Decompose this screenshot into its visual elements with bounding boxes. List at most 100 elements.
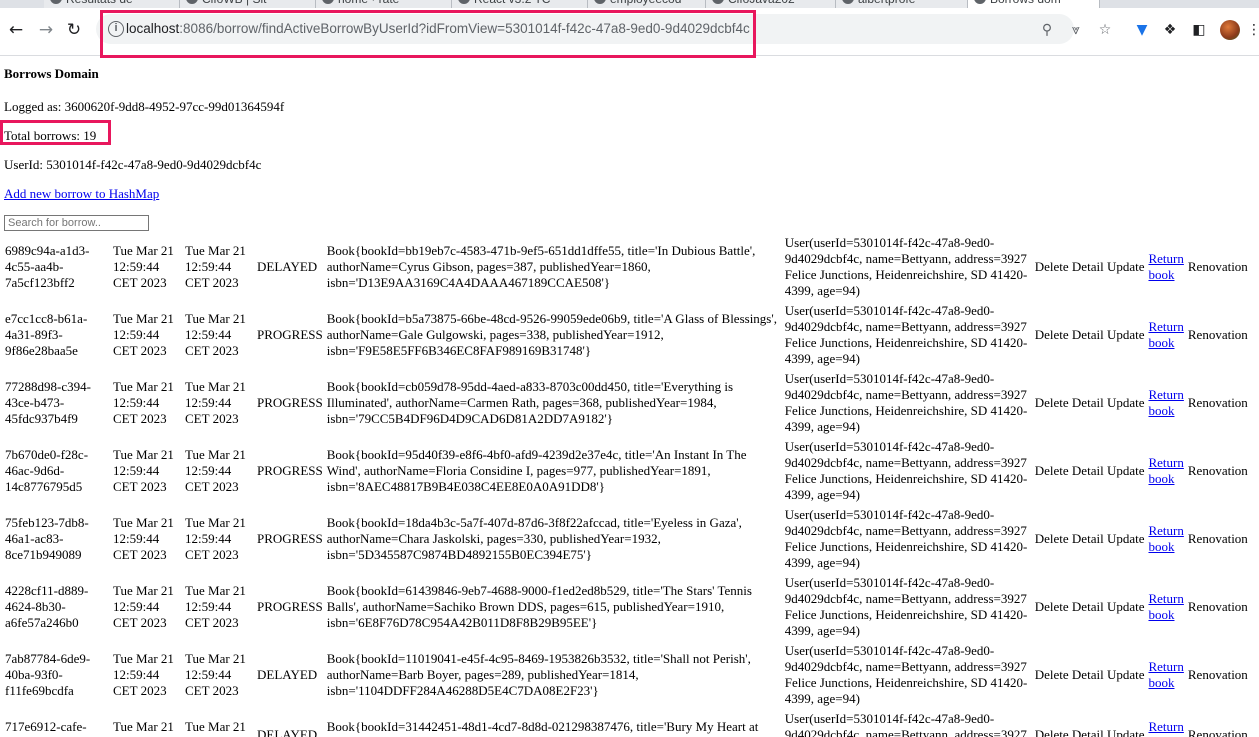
return-cell: Return book bbox=[1147, 574, 1184, 640]
update-button[interactable]: Update bbox=[1107, 599, 1145, 614]
tab-close-icon[interactable]: × bbox=[575, 0, 581, 4]
update-button[interactable]: Update bbox=[1107, 327, 1145, 342]
renovation-button[interactable]: Renovation bbox=[1187, 506, 1249, 572]
renovation-button[interactable]: Renovation bbox=[1187, 234, 1249, 300]
update-button[interactable]: Update bbox=[1107, 259, 1145, 274]
return-cell: Return book bbox=[1147, 234, 1184, 300]
detail-button[interactable]: Detail bbox=[1072, 259, 1104, 274]
detail-button[interactable]: Detail bbox=[1072, 395, 1104, 410]
tab-favicon-icon bbox=[322, 0, 334, 4]
tab-favicon-icon bbox=[458, 0, 470, 4]
user-cell: User(userId=5301014f-f42c-47a8-9ed0-9d40… bbox=[784, 711, 1027, 737]
bookmark-star-icon[interactable]: ☆ bbox=[1096, 21, 1114, 39]
tab-close-icon[interactable]: × bbox=[955, 0, 961, 4]
tab-close-icon[interactable]: × bbox=[1087, 0, 1093, 4]
extensions-puzzle-icon[interactable]: ❖ bbox=[1161, 21, 1179, 39]
browser-tab[interactable]: employeecod × bbox=[588, 0, 706, 8]
update-button[interactable]: Update bbox=[1107, 727, 1145, 737]
browser-tab[interactable]: Borrows dom × bbox=[968, 0, 1100, 8]
borrow-date-cell: Tue Mar 21 12:59:44 CET 2023 bbox=[113, 447, 174, 494]
delete-button[interactable]: Delete bbox=[1035, 531, 1069, 546]
actions-cell: Delete Detail Update bbox=[1034, 438, 1146, 504]
return-book-link[interactable]: Return book bbox=[1148, 387, 1183, 418]
status-cell: DELAYED bbox=[257, 727, 318, 737]
delete-button[interactable]: Delete bbox=[1035, 463, 1069, 478]
status-cell: DELAYED bbox=[257, 667, 318, 682]
detail-button[interactable]: Detail bbox=[1072, 599, 1104, 614]
tab-favicon-icon bbox=[712, 0, 724, 4]
extension-v-icon[interactable]: ▼ bbox=[1133, 21, 1151, 39]
user-cell: User(userId=5301014f-f42c-47a8-9ed0-9d40… bbox=[784, 439, 1028, 502]
borrow-id-cell: 4228cf11-d889-4624-8b30-a6fe57a246b0 bbox=[5, 583, 89, 630]
renovation-button[interactable]: Renovation bbox=[1187, 710, 1249, 737]
renovation-button[interactable]: Renovation bbox=[1187, 642, 1249, 708]
user-id-text: UserId: 5301014f-f42c-47a8-9ed0-9d4029dc… bbox=[4, 157, 262, 172]
return-book-link[interactable]: Return book bbox=[1148, 319, 1183, 350]
delete-button[interactable]: Delete bbox=[1035, 667, 1069, 682]
renovation-button[interactable]: Renovation bbox=[1187, 574, 1249, 640]
update-button[interactable]: Update bbox=[1107, 395, 1145, 410]
borrow-id-cell: 7b670de0-f28c-46ac-9d6d-14c8776795d5 bbox=[5, 447, 89, 494]
detail-button[interactable]: Detail bbox=[1072, 531, 1104, 546]
detail-button[interactable]: Detail bbox=[1072, 667, 1104, 682]
renovation-button[interactable]: Renovation bbox=[1187, 302, 1249, 368]
delete-button[interactable]: Delete bbox=[1035, 727, 1069, 737]
tab-close-icon[interactable]: × bbox=[823, 0, 829, 4]
return-cell: Return book bbox=[1147, 642, 1184, 708]
return-book-link[interactable]: Return book bbox=[1148, 523, 1183, 554]
borrow-date-cell: Tue Mar 21 12:59:44 CET 2023 bbox=[113, 583, 174, 630]
return-cell: Return book bbox=[1147, 506, 1184, 572]
delete-button[interactable]: Delete bbox=[1035, 395, 1069, 410]
share-icon[interactable]: ⩔ bbox=[1067, 21, 1085, 39]
borrow-date-cell: Tue Mar 21 12:59:44 CET 2023 bbox=[113, 243, 174, 290]
return-date-cell: Tue Mar 21 12:59:44 CET 2023 bbox=[185, 583, 246, 630]
update-button[interactable]: Update bbox=[1107, 463, 1145, 478]
forward-arrow-icon[interactable]: → bbox=[36, 20, 56, 40]
return-book-link[interactable]: Return book bbox=[1148, 659, 1183, 690]
delete-button[interactable]: Delete bbox=[1035, 327, 1069, 342]
menu-kebab-icon[interactable]: ⋮ bbox=[1245, 21, 1259, 39]
tab-close-icon[interactable]: × bbox=[693, 0, 699, 4]
borrow-id-cell: 717e6912-cafe-43b8-8711- bbox=[5, 719, 87, 737]
status-cell: PROGRESS bbox=[257, 327, 323, 342]
return-book-link[interactable]: Return book bbox=[1148, 591, 1183, 622]
return-book-link[interactable]: Return book bbox=[1148, 719, 1183, 737]
browser-tab[interactable]: CifoWB | Sit × bbox=[180, 0, 316, 8]
reload-icon[interactable]: ↻ bbox=[64, 20, 84, 40]
tab-close-icon[interactable]: × bbox=[439, 0, 445, 4]
back-arrow-icon[interactable]: ← bbox=[6, 20, 26, 40]
borrow-date-cell: Tue Mar 21 12:59:44 CET 2023 bbox=[113, 311, 174, 358]
renovation-button[interactable]: Renovation bbox=[1187, 370, 1249, 436]
return-date-cell: Tue Mar 21 12:59:44 CET 2023 bbox=[185, 515, 246, 562]
browser-tab[interactable]: Resultats de × bbox=[44, 0, 180, 8]
table-row: 77288d98-c394-43ce-b473-45fdc937b4f9 Tue … bbox=[4, 370, 1249, 436]
return-book-link[interactable]: Return book bbox=[1148, 455, 1183, 486]
detail-button[interactable]: Detail bbox=[1072, 463, 1104, 478]
add-borrow-link[interactable]: Add new borrow to HashMap bbox=[4, 186, 159, 201]
tab-close-icon[interactable]: × bbox=[303, 0, 309, 4]
side-panel-icon[interactable]: ◧ bbox=[1190, 21, 1208, 39]
browser-tab[interactable]: CifoJava202 × bbox=[706, 0, 836, 8]
zoom-icon[interactable]: ⚲ bbox=[1038, 21, 1056, 39]
search-input[interactable] bbox=[4, 215, 149, 231]
tab-favicon-icon bbox=[842, 0, 854, 4]
return-date-cell: Tue Mar 21 12:59:44 CET 2023 bbox=[185, 379, 246, 426]
tab-favicon-icon bbox=[974, 0, 986, 4]
tab-favicon-icon bbox=[50, 0, 62, 4]
browser-tab[interactable]: React v3.2 TC × bbox=[452, 0, 588, 8]
update-button[interactable]: Update bbox=[1107, 667, 1145, 682]
browser-tab[interactable]: albertprofe × bbox=[836, 0, 968, 8]
return-book-link[interactable]: Return book bbox=[1148, 251, 1183, 282]
profile-avatar[interactable] bbox=[1220, 20, 1240, 40]
renovation-button[interactable]: Renovation bbox=[1187, 438, 1249, 504]
delete-button[interactable]: Delete bbox=[1035, 259, 1069, 274]
update-button[interactable]: Update bbox=[1107, 531, 1145, 546]
detail-button[interactable]: Detail bbox=[1072, 727, 1104, 737]
delete-button[interactable]: Delete bbox=[1035, 599, 1069, 614]
table-row: 4228cf11-d889-4624-8b30-a6fe57a246b0 Tue … bbox=[4, 574, 1249, 640]
actions-cell: Delete Detail Update bbox=[1034, 506, 1146, 572]
actions-cell: Delete Detail Update bbox=[1034, 574, 1146, 640]
detail-button[interactable]: Detail bbox=[1072, 327, 1104, 342]
browser-tab[interactable]: home · rate × bbox=[316, 0, 452, 8]
tab-close-icon[interactable]: × bbox=[167, 0, 173, 4]
